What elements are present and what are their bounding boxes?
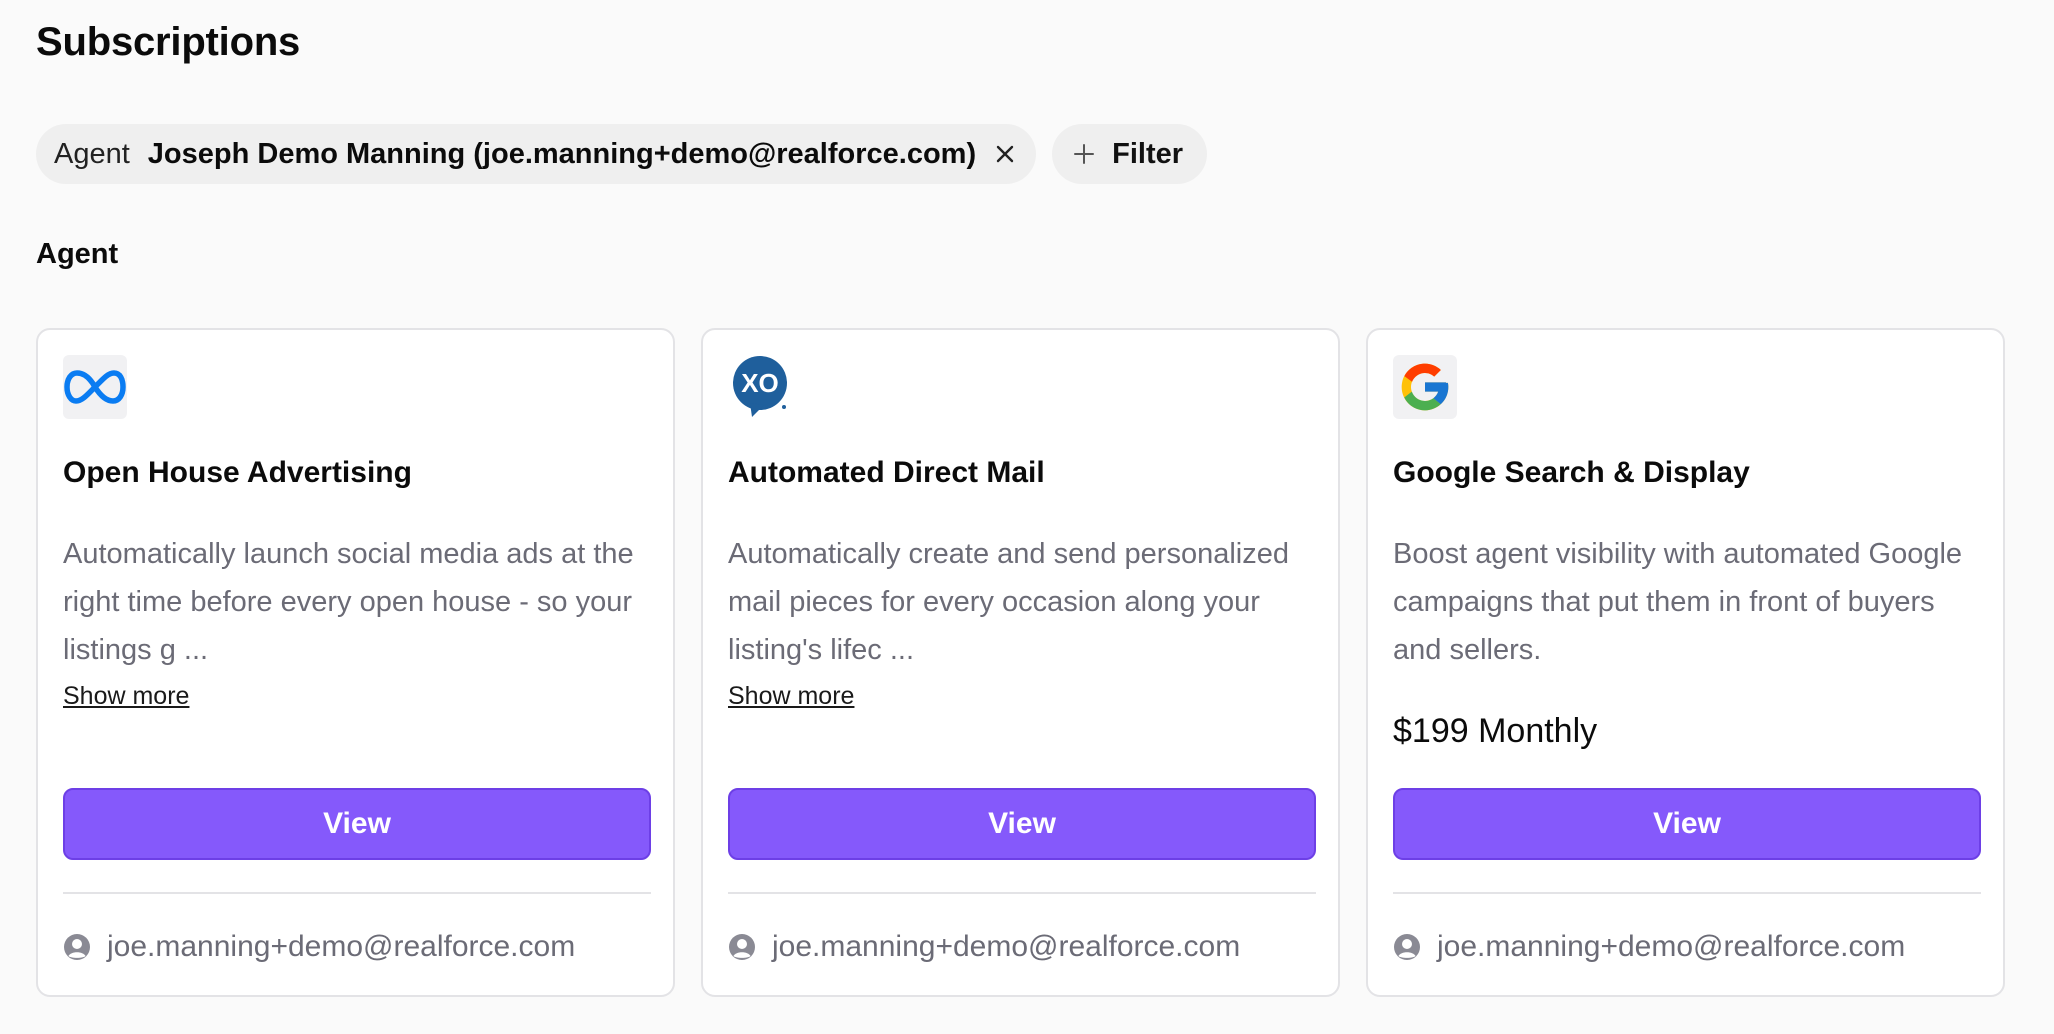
subscription-card: XO Automated Direct Mail Automatically c…	[701, 328, 1340, 997]
card-description: Automatically launch social media ads at…	[63, 538, 634, 666]
page-title: Subscriptions	[36, 20, 301, 64]
google-logo-icon	[1393, 355, 1457, 419]
divider	[728, 892, 1316, 894]
card-title: Open House Advertising	[63, 456, 412, 489]
card-owner: joe.manning+demo@realforce.com	[63, 930, 575, 964]
view-button[interactable]: View	[63, 788, 651, 860]
card-owner: joe.manning+demo@realforce.com	[728, 930, 1240, 964]
meta-logo-icon	[63, 355, 127, 419]
section-title: Agent	[36, 238, 119, 270]
user-icon	[1393, 933, 1421, 961]
view-button[interactable]: View	[1393, 788, 1981, 860]
close-icon[interactable]	[994, 143, 1016, 165]
plus-icon	[1072, 142, 1096, 166]
show-more-link[interactable]: Show more	[63, 682, 189, 711]
card-description: Automatically create and send personaliz…	[728, 538, 1289, 666]
filter-bar: Agent Joseph Demo Manning (joe.manning+d…	[36, 124, 1208, 184]
owner-email: joe.manning+demo@realforce.com	[1437, 930, 1906, 963]
subscription-cards: Open House Advertising Automatically lau…	[36, 328, 2005, 997]
divider	[1393, 892, 1981, 894]
subscriptions-page: Subscriptions Agent Joseph Demo Manning …	[0, 0, 2054, 1034]
divider	[63, 892, 651, 894]
agent-filter-chip[interactable]: Agent Joseph Demo Manning (joe.manning+d…	[36, 124, 1037, 184]
owner-email: joe.manning+demo@realforce.com	[772, 930, 1241, 963]
filter-value: Joseph Demo Manning (joe.manning+demo@re…	[147, 137, 977, 170]
card-title: Google Search & Display	[1393, 456, 1750, 489]
subscription-card: Google Search & Display Boost agent visi…	[1366, 328, 2005, 997]
card-title: Automated Direct Mail	[728, 456, 1045, 489]
owner-email: joe.manning+demo@realforce.com	[107, 930, 576, 963]
filter-key: Agent	[54, 137, 130, 170]
subscription-card: Open House Advertising Automatically lau…	[36, 328, 675, 997]
show-more-link[interactable]: Show more	[728, 682, 854, 711]
card-description: Boost agent visibility with automated Go…	[1393, 538, 1963, 666]
add-filter-button[interactable]: Filter	[1052, 124, 1208, 184]
view-button[interactable]: View	[728, 788, 1316, 860]
price-label: $199 Monthly	[1393, 712, 1598, 750]
user-icon	[728, 933, 756, 961]
xo-logo-icon: XO	[728, 355, 792, 419]
add-filter-label: Filter	[1112, 137, 1184, 170]
card-owner: joe.manning+demo@realforce.com	[1393, 930, 1905, 964]
svg-text:XO: XO	[741, 368, 779, 398]
user-icon	[63, 933, 91, 961]
